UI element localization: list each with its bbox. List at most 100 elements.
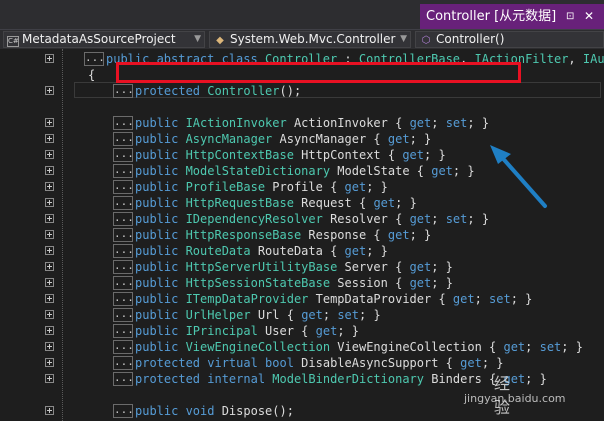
collapsed-region-marker[interactable]: ... [113,244,134,258]
expand-outline-icon[interactable] [45,374,54,383]
expand-outline-icon[interactable] [45,342,54,351]
expand-outline-icon[interactable] [45,118,54,127]
code-text: public IDependencyResolver Resolver { ge… [135,211,489,227]
type-token: ProfileBase [185,180,266,194]
expand-outline-icon[interactable] [45,214,54,223]
collapsed-region-marker[interactable]: ... [113,324,134,338]
expand-outline-icon[interactable] [45,54,54,63]
code-line[interactable]: ... public HttpServerUtilityBase Server {… [18,259,604,275]
collapsed-region-marker[interactable]: ... [113,228,134,242]
code-line[interactable]: ... public ViewEngineCollection ViewEngin… [18,339,604,355]
keyword-token: set [445,212,468,226]
close-icon[interactable]: ✕ [584,4,594,29]
type-token: RouteData [185,244,251,258]
project-dropdown[interactable]: C# MetadataAsSourceProject ▼ [3,31,205,48]
code-text: protected virtual bool DisableAsyncSuppo… [135,355,504,371]
expand-outline-icon[interactable] [45,310,54,319]
text-token: Resolver { [322,212,410,226]
code-line[interactable]: ... protected Controller(); [18,83,604,99]
expand-outline-icon[interactable] [45,262,54,271]
text-token: ; } [481,356,504,370]
tab-controller-metadata[interactable]: Controller [从元数据] ⊡ ✕ [420,4,604,29]
text-token: ; [431,212,446,226]
collapsed-region-marker[interactable]: ... [84,52,105,66]
text-token: TempDataProvider { [308,292,453,306]
type-token: ModelBinderDictionary [272,372,424,386]
type-token: IAuth [582,52,604,66]
member-dropdown[interactable]: ⬡ Controller() [415,31,604,48]
code-line[interactable]: ... public void Dispose(); [18,403,604,419]
collapsed-region-marker[interactable]: ... [113,180,134,194]
code-line[interactable]: ... protected internal ModelBinderDiction… [18,371,604,387]
code-line[interactable]: ... public UrlHelper Url { get; set; } [18,307,604,323]
collapsed-region-marker[interactable]: ... [113,116,134,130]
code-line[interactable]: ... public ITempDataProvider TempDataProv… [18,291,604,307]
collapsed-region-marker[interactable]: ... [113,148,134,162]
code-text: public ProfileBase Profile { get; } [135,179,388,195]
keyword-token: get [409,212,432,226]
code-line[interactable]: ... public HttpResponseBase Response { ge… [18,227,604,243]
collapsed-region-marker[interactable]: ... [113,340,134,354]
keyword-token: get [503,340,526,354]
type-token: Controller [207,84,280,98]
keyword-token: get [315,324,338,338]
text-token: ModelState { [330,164,432,178]
code-line[interactable]: ... protected virtual bool DisableAsyncSu… [18,355,604,371]
code-line[interactable]: ... public IActionInvoker ActionInvoker {… [18,115,604,131]
text-token: { [88,68,96,82]
text-token: RouteData { [250,244,345,258]
code-editor[interactable]: ... public abstract class Controller : Co… [18,49,604,421]
code-text: public ViewEngineCollection ViewEngineCo… [135,339,583,355]
code-line[interactable]: ... public IPrincipal User { get; } [18,323,604,339]
text-token: Url { [250,308,302,322]
type-token: AsyncManager [185,132,273,146]
collapsed-region-marker[interactable]: ... [113,164,134,178]
keyword-token: get [409,276,432,290]
expand-outline-icon[interactable] [45,246,54,255]
pin-icon[interactable]: ⊡ [566,4,574,29]
keyword-token: public [135,196,186,210]
expand-outline-icon[interactable] [45,86,54,95]
expand-outline-icon[interactable] [45,150,54,159]
code-line[interactable] [18,99,604,115]
class-dropdown[interactable]: ◆ System.Web.Mvc.Controller ▼ [209,31,411,48]
expand-outline-icon[interactable] [45,198,54,207]
expand-outline-icon[interactable] [45,326,54,335]
expand-outline-icon[interactable] [45,278,54,287]
code-text: public ITempDataProvider TempDataProvide… [135,291,532,307]
expand-outline-icon[interactable] [45,230,54,239]
collapsed-region-marker[interactable]: ... [113,308,134,322]
text-token: AsyncManager { [272,132,388,146]
keyword-token: get [344,180,367,194]
code-text: public AsyncManager AsyncManager { get; … [135,131,431,147]
expand-outline-icon[interactable] [45,358,54,367]
expand-outline-icon[interactable] [45,134,54,143]
code-text: public HttpRequestBase Request { get; } [135,195,417,211]
collapsed-region-marker[interactable]: ... [113,132,134,146]
keyword-token: public [135,308,186,322]
type-token: HttpRequestBase [185,196,294,210]
text-token: ; [322,308,338,322]
code-line[interactable]: ... public HttpSessionStateBase Session {… [18,275,604,291]
code-text: public UrlHelper Url { get; set; } [135,307,381,323]
expand-outline-icon[interactable] [45,182,54,191]
expand-outline-icon[interactable] [45,294,54,303]
code-line[interactable]: ... public RouteData RouteData { get; } [18,243,604,259]
expand-outline-icon[interactable] [45,406,54,415]
collapsed-region-marker[interactable]: ... [113,292,134,306]
expand-outline-icon[interactable] [45,166,54,175]
collapsed-region-marker[interactable]: ... [113,196,134,210]
collapsed-region-marker[interactable]: ... [113,356,134,370]
collapsed-region-marker[interactable]: ... [113,84,134,98]
type-token: HttpResponseBase [185,228,302,242]
code-text: public HttpSessionStateBase Session { ge… [135,275,453,291]
keyword-token: public [135,132,186,146]
collapsed-region-marker[interactable]: ... [113,372,134,386]
code-text: public RouteData RouteData { get; } [135,243,388,259]
text-token: ; [474,292,490,306]
collapsed-region-marker[interactable]: ... [113,404,134,418]
collapsed-region-marker[interactable]: ... [113,212,134,226]
text-token: Profile { [265,180,345,194]
collapsed-region-marker[interactable]: ... [113,260,134,274]
collapsed-region-marker[interactable]: ... [113,276,134,290]
